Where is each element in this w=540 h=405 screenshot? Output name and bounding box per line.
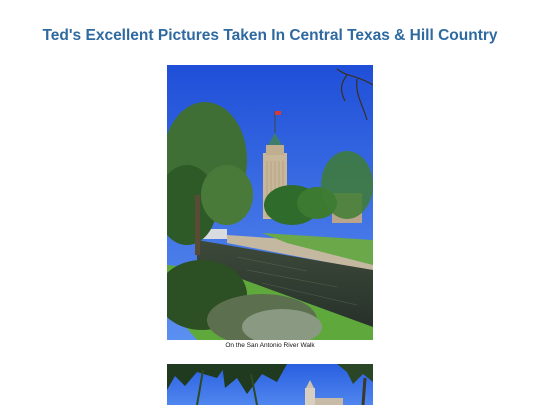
riverwalk-image: [167, 65, 373, 340]
photo-caption: On the San Antonio River Walk: [225, 342, 315, 349]
page-title: Ted's Excellent Pictures Taken In Centra…: [42, 27, 498, 44]
photo-palms[interactable]: [167, 364, 373, 405]
photo-riverwalk[interactable]: [167, 65, 373, 340]
palms-image: [167, 364, 373, 405]
